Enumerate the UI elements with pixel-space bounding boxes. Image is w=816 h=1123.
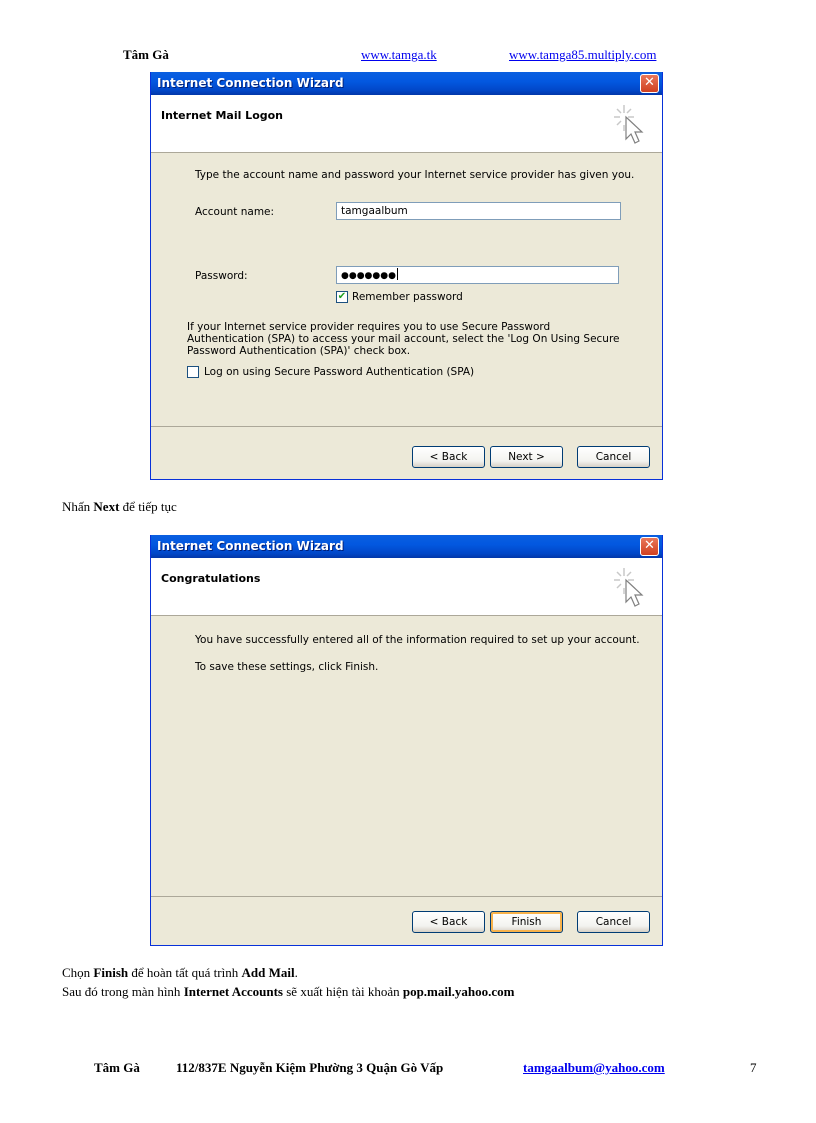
- finish-hint-text: To save these settings, click Finish.: [195, 661, 379, 673]
- password-input[interactable]: ●●●●●●●: [336, 266, 619, 284]
- account-name-input[interactable]: tamgaalbum: [336, 202, 621, 220]
- header-author: Tâm Gà: [123, 47, 169, 62]
- instruction-text: Chọn: [62, 965, 94, 980]
- intro-text: Type the account name and password your …: [195, 169, 635, 181]
- wizard-cursor-icon: [614, 568, 644, 607]
- window-title: Internet Connection Wizard: [157, 539, 344, 553]
- account-name-label: Account name:: [195, 206, 275, 218]
- wizard-cursor-icon: [614, 105, 644, 144]
- spa-description: If your Internet service provider requir…: [187, 321, 620, 357]
- window-title: Internet Connection Wizard: [157, 76, 344, 90]
- page-number: 7: [750, 1060, 757, 1075]
- cancel-button[interactable]: Cancel: [577, 911, 650, 933]
- next-button[interactable]: Next >: [490, 446, 563, 468]
- instruction-bold: pop.mail.yahoo.com: [402, 984, 515, 999]
- footer-address: 112/837E Nguyễn Kiệm Phường 3 Quận Gò Vấ…: [176, 1060, 444, 1075]
- close-button[interactable]: ✕: [640, 74, 659, 93]
- button-bar-divider: [151, 896, 662, 897]
- remember-password-label[interactable]: Remember password: [352, 291, 463, 303]
- spa-checkbox-label[interactable]: Log on using Secure Password Authenticat…: [204, 366, 474, 378]
- instruction-finish: Chọn Finish để hoàn tất quá trình Add Ma…: [62, 965, 298, 981]
- password-mask: ●●●●●●●: [341, 271, 396, 281]
- instruction-text: .: [294, 965, 298, 980]
- password-label: Password:: [195, 270, 248, 282]
- wizard-body: Type the account name and password your …: [151, 153, 662, 427]
- finish-button[interactable]: Finish: [490, 911, 563, 933]
- instruction-bold: Next: [93, 499, 120, 514]
- cancel-button[interactable]: Cancel: [577, 446, 650, 468]
- title-bar[interactable]: Internet Connection Wizard ✕: [151, 535, 662, 558]
- header-link-multiply[interactable]: www.tamga85.multiply.com: [509, 47, 656, 63]
- instruction-text: để tiếp tục: [119, 499, 177, 514]
- spa-checkbox[interactable]: [187, 366, 199, 378]
- wizard-body: You have successfully entered all of the…: [151, 616, 662, 897]
- section-title: Internet Mail Logon: [161, 109, 284, 122]
- text-caret: [396, 268, 398, 280]
- section-title: Congratulations: [161, 572, 261, 585]
- instruction-text: để hoàn tất quá trình: [128, 965, 242, 980]
- footer-name: Tâm Gà: [94, 1060, 140, 1075]
- instruction-next: Nhấn Next để tiếp tục: [62, 499, 177, 515]
- footer-email-link[interactable]: tamgaalbum@yahoo.com: [523, 1060, 665, 1076]
- wizard-header: Congratulations: [151, 558, 662, 616]
- title-bar[interactable]: Internet Connection Wizard ✕: [151, 72, 662, 95]
- instruction-text: Nhấn: [62, 499, 94, 514]
- wizard-dialog-mail-logon: Internet Connection Wizard ✕ Internet Ma…: [150, 72, 663, 480]
- close-button[interactable]: ✕: [640, 537, 659, 556]
- remember-password-checkbox[interactable]: ✔: [336, 291, 348, 303]
- button-bar-divider: [151, 426, 662, 427]
- back-button[interactable]: < Back: [412, 911, 485, 933]
- instruction-bold: Add Mail: [241, 965, 295, 980]
- instruction-bold: Internet Accounts: [183, 984, 283, 999]
- success-text: You have successfully entered all of the…: [195, 634, 640, 646]
- instruction-accounts: Sau đó trong màn hình Internet Accounts …: [62, 984, 514, 1000]
- instruction-text: Sau đó trong màn hình: [62, 984, 184, 999]
- header-link-tamga-tk[interactable]: www.tamga.tk: [361, 47, 437, 63]
- page-header: Tâm Gà www.tamga.tk www.tamga85.multiply…: [0, 47, 816, 65]
- instruction-text: sẽ xuất hiện tài khoản: [282, 984, 403, 999]
- wizard-header: Internet Mail Logon: [151, 95, 662, 153]
- wizard-dialog-congratulations: Internet Connection Wizard ✕ Congratulat…: [150, 535, 663, 946]
- back-button[interactable]: < Back: [412, 446, 485, 468]
- instruction-bold: Finish: [93, 965, 129, 980]
